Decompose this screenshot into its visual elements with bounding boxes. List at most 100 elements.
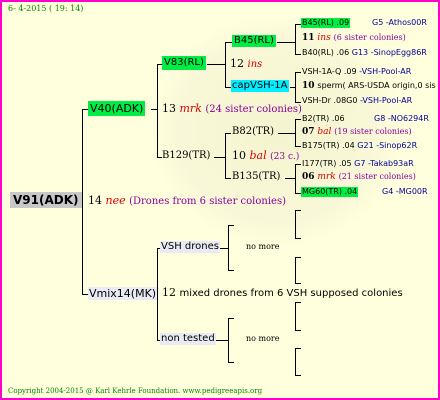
mrk-info-abbr: mrk <box>317 172 336 182</box>
footer-copyright: Copyright 2004-2015 @ Karl Kehrle Founda… <box>8 387 181 395</box>
bal-info-number: 07 <box>302 127 315 137</box>
b2-ancestor-row: B2(TR) .06 <box>302 115 345 123</box>
bal-info-note: (19 sister colonies) <box>334 127 412 136</box>
root-info-abbr: nee <box>105 194 126 207</box>
vmix-info-note: mixed drones from 6 VSH supposed colonie… <box>179 288 403 299</box>
b135-branch-line <box>225 178 231 179</box>
nontested-top-tick <box>228 318 234 319</box>
b45-other-line: G5 -Athos00R <box>372 18 427 27</box>
nontested-upper-bottom-tick <box>295 330 301 331</box>
b129-info-number: 10 <box>232 149 246 162</box>
vshdrones-top-tick <box>228 225 234 226</box>
v40-mating-info: 13 mrk (24 sister colonies) <box>162 103 302 115</box>
b175-ancestor-row: B175(TR) .04 G21 -Sinop62R <box>302 142 417 150</box>
bal-mating-info: 07 bal (19 sister colonies) <box>302 128 412 137</box>
v40-connector-line <box>151 109 158 110</box>
b45-queen-label: B45(RL) <box>232 35 276 47</box>
v40-info-number: 13 <box>162 102 176 115</box>
mrk-info-number: 06 <box>302 172 315 182</box>
nontested-upper-bracket <box>295 302 296 330</box>
ins-info-abbr: ins <box>317 33 331 43</box>
v83-connector-line <box>207 64 226 65</box>
capvsh-queen-label: capVSH-1A <box>231 80 289 92</box>
vshdrones-connector-line <box>220 248 229 249</box>
v40-info-abbr: mrk <box>179 102 202 115</box>
i177-ancestor-extra: .05 <box>338 159 352 168</box>
v83-queen-label: V83(RL) <box>162 56 206 70</box>
vshdr-ancestor-extra: .08G0 <box>333 96 358 105</box>
vshdrones-label: VSH drones <box>160 241 220 253</box>
bal-info-abbr: bal <box>317 127 332 137</box>
root-queen-label: V91(ADK) <box>10 192 82 208</box>
b45-ancestor-name: B45(RL) <box>302 18 334 27</box>
b40-ancestor-name: B40(RL) <box>302 48 334 57</box>
capvsh-connector-line <box>290 87 296 88</box>
vshdrones-upper-bottom-tick <box>295 238 301 239</box>
b45-branch-line <box>225 42 232 43</box>
v40-bracket-line <box>157 64 158 157</box>
b2-other-line: G8 -NO6294R <box>374 114 429 123</box>
ins-mating-info: 11 ins (6 sister colonies) <box>302 34 406 43</box>
mg60-ancestor-extra: .04 <box>344 187 358 196</box>
b45-bracket-line <box>295 24 296 54</box>
footer-url[interactable]: www.pedigreeapis.org <box>183 387 263 395</box>
ins-info-number: 11 <box>302 33 315 43</box>
i177-ancestor-row: I177(TR) .05 G7 -Takab93aR <box>302 160 414 168</box>
b129-info-note: (23 c.) <box>270 152 300 162</box>
vshdrones-no-more: no more <box>246 242 280 251</box>
b129-queen-label: B129(TR) <box>162 150 211 161</box>
v83-info-abbr: ins <box>247 59 263 70</box>
nontested-lower-top-tick <box>295 348 301 349</box>
b82-bottom-tick <box>295 146 301 147</box>
nontested-no-more: no more <box>246 334 280 343</box>
b82-connector-line <box>278 133 296 134</box>
b82-branch-line <box>225 133 231 134</box>
nontested-label: non tested <box>160 333 216 345</box>
root-bracket-line <box>82 109 83 294</box>
b45-ancestor-row: B45(RL) .09 <box>301 18 351 28</box>
pedigree-chart: 6- 4-2015 ( 19: 14) V91(ADK) 14 nee (Dro… <box>0 0 440 400</box>
b129-info-abbr: bal <box>249 149 267 162</box>
vmix-info-number: 12 <box>162 286 176 299</box>
footer: Copyright 2004-2015 @ Karl Kehrle Founda… <box>8 388 262 395</box>
sperm-mating-info: 10 sperm( ARS-USDA origin,0 sis <box>302 82 436 91</box>
nontested-connector-line <box>216 340 229 341</box>
b175-other-line: G21 -Sinop62R <box>357 141 418 150</box>
header-date: 6- 4-2015 ( 19: 14) <box>8 4 84 13</box>
v40-queen-label: V40(ADK) <box>88 101 146 116</box>
b135-connector-line <box>285 178 296 179</box>
mrk-mating-info: 06 mrk (21 sister colonies) <box>302 173 416 182</box>
b2-ancestor-extra: .06 <box>331 114 345 123</box>
vsh1aq-other-line: -VSH-Pool-AR <box>359 67 412 76</box>
root-info-note: (Drones from 6 sister colonies) <box>129 196 286 207</box>
b82-queen-label: B82(TR) <box>232 126 275 137</box>
vmix-queen-label: Vmix14(MK) <box>88 287 158 300</box>
vshdrones-lower-bottom-tick <box>295 283 301 284</box>
b40-other-line: G13 -SinopEgg86R <box>351 48 427 57</box>
v83-mating-info: 12 ins <box>230 58 262 70</box>
vshdr-other-line: -VSH-Pool-AR <box>360 96 413 105</box>
vshdrones-upper-bracket <box>295 210 296 238</box>
mg60-ancestor-row: MG60(TR) .04 <box>301 187 359 197</box>
b2-ancestor-name: B2(TR) <box>302 114 330 123</box>
v40-info-note: (24 sister colonies) <box>205 104 302 115</box>
b45-bottom-tick <box>295 54 301 55</box>
sperm-info-text: sperm( ARS-USDA origin,0 sis <box>317 81 436 90</box>
vshdrones-bottom-tick <box>228 270 234 271</box>
mg60-other-line: G4 -MG00R <box>382 187 428 196</box>
b45-connector-line <box>277 42 296 43</box>
b82-top-tick <box>295 119 301 120</box>
mg60-ancestor-name: MG60(TR) <box>302 187 342 196</box>
i177-other-line: G7 -Takab93aR <box>354 159 414 168</box>
vsh1aq-ancestor-extra: .09 <box>343 67 357 76</box>
capvsh-top-tick <box>295 72 301 73</box>
vshdrones-lower-bracket <box>295 257 296 283</box>
nontested-upper-top-tick <box>295 302 301 303</box>
sperm-info-number: 10 <box>302 81 315 91</box>
v83-info-number: 12 <box>230 57 244 70</box>
vshdr-ancestor-name: VSH-Dr <box>302 96 331 105</box>
vmix-mating-info: 12 mixed drones from 6 VSH supposed colo… <box>162 287 403 299</box>
vmix-bracket-line <box>157 248 158 340</box>
ins-info-note: (6 sister colonies) <box>333 33 406 42</box>
b129-bracket-line <box>225 133 226 178</box>
